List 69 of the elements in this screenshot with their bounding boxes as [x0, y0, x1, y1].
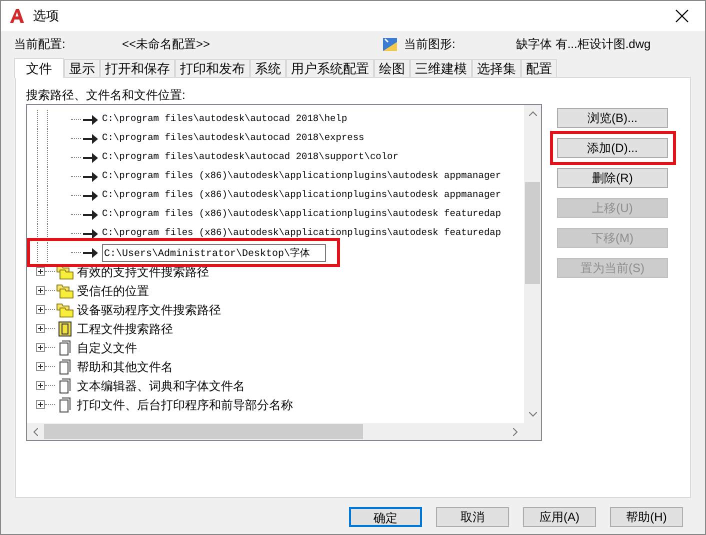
tab[interactable]: 系统: [250, 59, 286, 77]
tree-item[interactable]: 受信任的位置: [77, 282, 149, 300]
expand-icon[interactable]: [36, 305, 45, 314]
close-icon[interactable]: [675, 9, 689, 23]
path-entry[interactable]: C:\program files (x86)\autodesk\applicationplugins\autodesk appmanager: [102, 188, 502, 203]
window-title: 选项: [33, 7, 59, 26]
dialog-button[interactable]: 取消: [436, 507, 509, 527]
path-entry[interactable]: C:\program files\autodesk\autocad 2018\help: [102, 112, 348, 127]
profile-label: 当前配置:: [14, 36, 66, 53]
arrow-icon: [83, 114, 98, 124]
arrow-icon: [83, 210, 98, 220]
file-icon: [59, 358, 71, 374]
folders-icon: [56, 302, 74, 318]
arrow-icon: [83, 172, 98, 182]
tab[interactable]: 文件: [14, 58, 64, 78]
tree-item[interactable]: 帮助和其他文件名: [77, 358, 173, 376]
tree-label: 搜索路径、文件名和文件位置:: [26, 87, 186, 104]
path-entry[interactable]: C:\program files (x86)\autodesk\applicationplugins\autodesk appmanager: [102, 169, 502, 184]
dialog-button[interactable]: 应用(A): [523, 507, 596, 527]
tab[interactable]: 绘图: [374, 59, 410, 77]
side-button[interactable]: 添加(D)...: [557, 138, 668, 158]
dialog-button[interactable]: 帮助(H): [610, 507, 683, 527]
arrow-icon: [83, 228, 98, 238]
path-input[interactable]: C:\Users\Administrator\Desktop\字体: [102, 244, 326, 262]
expand-icon[interactable]: [36, 343, 45, 352]
path-entry[interactable]: C:\program files\autodesk\autocad 2018\support\color: [102, 150, 398, 165]
tree-item[interactable]: 工程文件搜索路径: [77, 320, 173, 338]
expand-icon[interactable]: [36, 324, 45, 333]
tab[interactable]: 打印和发布: [175, 59, 250, 77]
tree-item[interactable]: 自定义文件: [77, 338, 137, 356]
vertical-scrollbar[interactable]: [524, 105, 541, 423]
file-icon: [59, 396, 71, 412]
drawing-value: 缺字体 有...柜设计图.dwg: [516, 36, 651, 53]
file-icon: [59, 378, 71, 394]
expand-icon[interactable]: [36, 362, 45, 371]
path-entry[interactable]: C:\program files (x86)\autodesk\applicationplugins\autodesk featuredap: [102, 207, 502, 222]
profile-value: <<未命名配置>>: [122, 36, 212, 53]
arrow-icon: [83, 190, 98, 200]
side-button[interactable]: 删除(R): [557, 168, 668, 188]
tab[interactable]: 打开和保存: [100, 59, 175, 77]
file-icon: [59, 340, 71, 356]
tab[interactable]: 显示: [64, 59, 100, 77]
tree-item[interactable]: 设备驱动程序文件搜索路径: [77, 300, 221, 318]
tab[interactable]: 选择集: [472, 59, 521, 77]
book-icon: [58, 320, 72, 336]
tab[interactable]: 用户系统配置: [286, 59, 374, 77]
expand-icon[interactable]: [36, 267, 45, 276]
scroll-thumb[interactable]: [44, 424, 363, 439]
drawing-icon: [382, 36, 398, 52]
tab[interactable]: 三维建模: [410, 59, 472, 77]
expand-icon[interactable]: [36, 286, 45, 295]
drawing-label: 当前图形:: [404, 36, 456, 53]
tree-item[interactable]: 有效的支持文件搜索路径: [77, 262, 209, 280]
dialog-button[interactable]: 确定: [349, 507, 422, 527]
path-entry[interactable]: C:\program files\autodesk\autocad 2018\express: [102, 131, 364, 146]
arrow-icon: [83, 134, 98, 144]
expand-icon[interactable]: [36, 400, 45, 409]
app-logo-icon: [9, 8, 25, 24]
tree-item[interactable]: 打印文件、后台打印程序和前导部分名称: [77, 396, 293, 414]
folders-icon: [56, 282, 74, 298]
expand-icon[interactable]: [36, 381, 45, 390]
tree-item[interactable]: 文本编辑器、词典和字体文件名: [77, 376, 245, 394]
horizontal-scrollbar[interactable]: [27, 423, 541, 440]
path-entry[interactable]: C:\program files (x86)\autodesk\applicationplugins\autodesk featuredap: [102, 226, 502, 241]
scroll-thumb[interactable]: [525, 182, 540, 284]
arrow-icon: [83, 248, 98, 258]
arrow-icon: [83, 152, 98, 162]
side-button[interactable]: 浏览(B)...: [557, 108, 668, 128]
tab[interactable]: 配置: [521, 59, 557, 77]
